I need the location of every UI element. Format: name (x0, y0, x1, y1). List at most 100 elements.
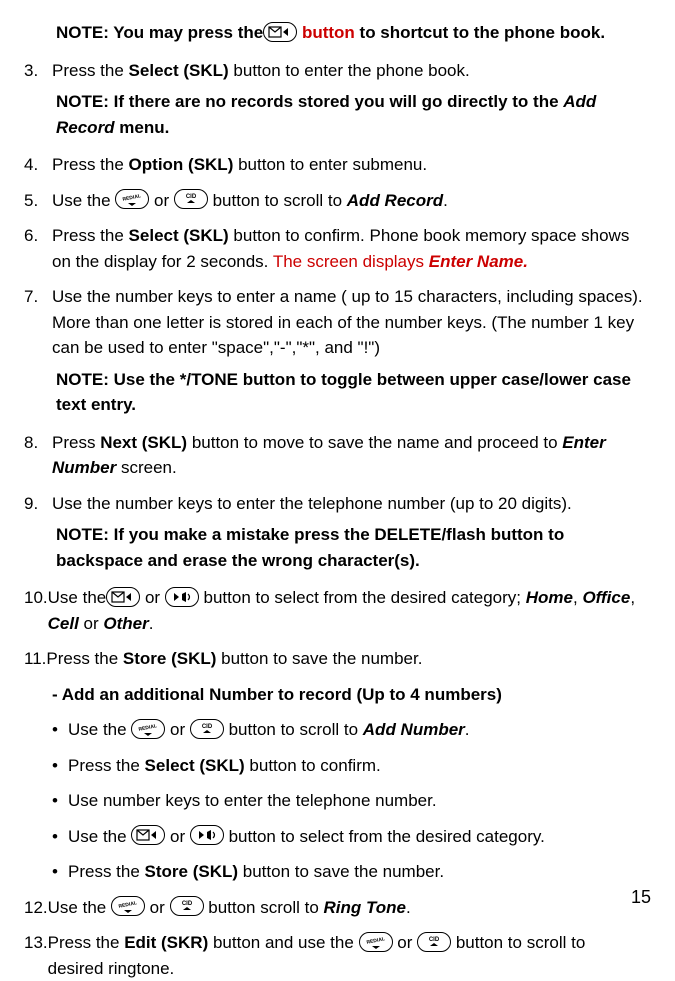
bullet-content: Use the or button to select from the des… (68, 824, 545, 850)
svg-text:REDIAL: REDIAL (122, 193, 141, 203)
text: Press the (48, 933, 125, 952)
text: button to scroll to (208, 191, 347, 210)
step-content: Press the Select (SKL) button to enter t… (52, 58, 645, 84)
bold-text: Edit (SKR) (124, 933, 208, 952)
svg-text:CID: CID (186, 194, 197, 200)
text: Use the (68, 827, 131, 846)
note-delete-flash: NOTE: If you make a mistake press the DE… (56, 522, 645, 573)
envelope-left-icon (263, 22, 297, 42)
text: Press the (68, 862, 145, 881)
step-number: 5. (24, 188, 52, 214)
text: button to select from the desired catego… (199, 588, 526, 607)
note-text: NOTE: You may press the (56, 23, 263, 42)
text: button to enter the phone book. (229, 61, 470, 80)
text: NOTE: If there are no records stored you… (56, 92, 563, 111)
svg-text:REDIAL: REDIAL (138, 723, 157, 733)
bullet-content: Use number keys to enter the telephone n… (68, 788, 437, 814)
text: button scroll to (204, 898, 324, 917)
text: Use the (52, 191, 115, 210)
cid-up-icon: CID (174, 189, 208, 209)
text: button to select from the desired catego… (224, 827, 545, 846)
envelope-left-icon (131, 825, 165, 845)
text: or (165, 827, 190, 846)
text: Use the (48, 588, 107, 607)
italic-text: Ring Tone (324, 898, 406, 917)
speaker-right-icon (165, 587, 199, 607)
text: or (140, 588, 165, 607)
bullet-item: • Use the or button to select from the d… (52, 824, 645, 850)
italic-text: Cell (48, 614, 79, 633)
note-no-records: NOTE: If there are no records stored you… (56, 89, 645, 140)
note-button-word: button (297, 23, 355, 42)
text: button to scroll to (224, 720, 363, 739)
italic-text: Add Number (363, 720, 465, 739)
italic-text: Enter Name. (429, 252, 528, 271)
text: Press the (52, 226, 129, 245)
svg-text:REDIAL: REDIAL (118, 900, 137, 910)
step-6: 6. Press the Select (SKL) button to conf… (24, 223, 645, 274)
text: Press the (46, 649, 123, 668)
step-4: 4. Press the Option (SKL) button to ente… (24, 152, 645, 178)
text: screen. (116, 458, 176, 477)
step-content: Press the Select (SKL) button to confirm… (52, 223, 645, 274)
text: Press the (52, 155, 129, 174)
redial-down-icon: REDIAL (131, 719, 165, 739)
step-number: 12. (24, 895, 48, 921)
step-content: Use the REDIAL or CID button to scroll t… (52, 188, 645, 214)
text: or (145, 898, 170, 917)
redial-down-icon: REDIAL (115, 189, 149, 209)
text: , (630, 588, 635, 607)
step-8: 8. Press Next (SKL) button to move to sa… (24, 430, 645, 481)
text: . (443, 191, 448, 210)
text: Use the (48, 898, 111, 917)
svg-text:CID: CID (181, 901, 192, 907)
svg-text:CID: CID (429, 937, 440, 943)
step-content: Use the or button to select from the des… (48, 585, 645, 636)
step-content: Use the REDIAL or CID button scroll to R… (48, 895, 645, 921)
step-12: 12. Use the REDIAL or CID button scroll … (24, 895, 645, 921)
sub-heading-add-number: - Add an additional Number to record (Up… (52, 682, 645, 708)
bold-text: Select (SKL) (145, 756, 245, 775)
step-content: Press the Store (SKL) button to save the… (46, 646, 645, 672)
italic-text: Office (582, 588, 630, 607)
text: button to save the number. (216, 649, 422, 668)
bullet-item: • Use number keys to enter the telephone… (52, 788, 645, 814)
step-content: Press the Edit (SKR) button and use the … (48, 930, 645, 981)
text: or (149, 191, 174, 210)
cid-up-icon: CID (190, 719, 224, 739)
text: or (165, 720, 190, 739)
bullet-item: • Use the REDIAL or CID button to scroll… (52, 717, 645, 743)
step-10: 10. Use the or button to select from the… (24, 585, 645, 636)
text: Press the (68, 756, 145, 775)
text: button to move to save the name and proc… (187, 433, 562, 452)
bullet-marker: • (52, 788, 68, 814)
step-content: Use the number keys to enter the telepho… (52, 491, 645, 517)
bullet-marker: • (52, 717, 68, 743)
redial-down-icon: REDIAL (359, 932, 393, 952)
italic-text: Add Record (347, 191, 443, 210)
note-shortcut: NOTE: You may press the button to shortc… (56, 20, 645, 46)
text: . (465, 720, 470, 739)
text: Press the (52, 61, 129, 80)
text: button to enter submenu. (233, 155, 427, 174)
instruction-list: 3. Press the Select (SKL) button to ente… (24, 58, 645, 981)
text: button and use the (208, 933, 358, 952)
text: Use number keys to enter the telephone n… (68, 791, 437, 810)
step-number: 6. (24, 223, 52, 274)
bullet-marker: • (52, 859, 68, 885)
bold-text: Store (SKL) (123, 649, 217, 668)
step-5: 5. Use the REDIAL or CID button to scrol… (24, 188, 645, 214)
text: Use the number keys to enter a name ( up… (52, 287, 643, 357)
bullet-content: Press the Select (SKL) button to confirm… (68, 753, 381, 779)
bullet-item: • Press the Select (SKL) button to confi… (52, 753, 645, 779)
italic-text: Other (103, 614, 148, 633)
text: button to save the number. (238, 862, 444, 881)
bold-text: Select (SKL) (129, 226, 229, 245)
step-content: Press the Option (SKL) button to enter s… (52, 152, 645, 178)
bullet-list: • Use the REDIAL or CID button to scroll… (52, 717, 645, 885)
bold-text: Store (SKL) (145, 862, 239, 881)
bullet-content: Press the Store (SKL) button to save the… (68, 859, 444, 885)
step-number: 9. (24, 491, 52, 517)
step-13: 13. Press the Edit (SKR) button and use … (24, 930, 645, 981)
text: menu. (115, 118, 170, 137)
